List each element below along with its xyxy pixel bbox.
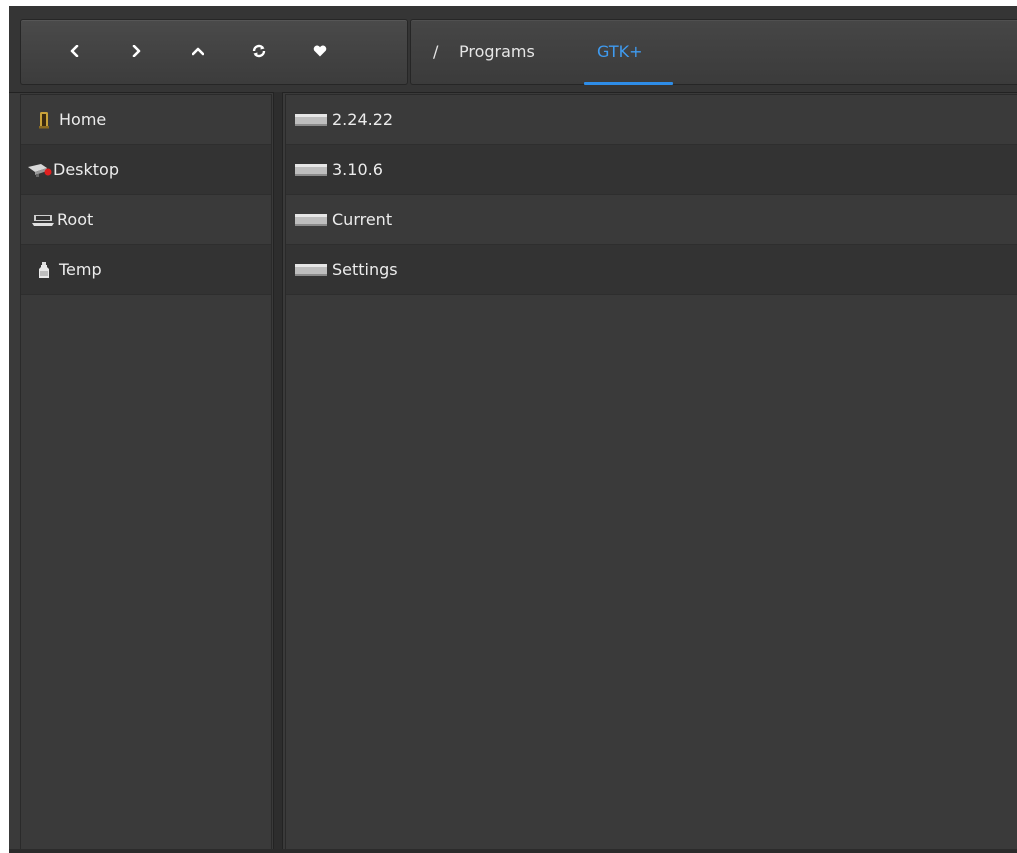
list-item[interactable]: Settings [286, 245, 1017, 295]
bottle-icon [33, 259, 55, 281]
navigation-button-group [20, 19, 408, 85]
sidebar-item-home[interactable]: Home [21, 95, 271, 145]
list-item[interactable]: 3.10.6 [286, 145, 1017, 195]
list-item[interactable]: 2.24.22 [286, 95, 1017, 145]
sidebar-item-label: Temp [59, 260, 102, 279]
folder-icon [294, 263, 328, 277]
folder-icon [294, 213, 328, 227]
home-icon [33, 109, 55, 131]
refresh-icon [252, 44, 266, 58]
breadcrumb-item-gtk[interactable]: GTK+ [597, 37, 643, 67]
file-name: 3.10.6 [332, 160, 383, 179]
chevron-left-icon [70, 45, 80, 57]
breadcrumb-item-programs[interactable]: Programs [459, 37, 535, 67]
drive-icon [31, 209, 55, 231]
path-bar: / Programs GTK+ [410, 19, 1017, 85]
back-button[interactable] [58, 34, 92, 68]
sidebar-item-desktop[interactable]: Desktop [21, 145, 271, 195]
sidebar-item-label: Desktop [53, 160, 119, 179]
chevron-up-icon [192, 46, 204, 56]
file-manager-window: / Programs GTK+ Home Desktop Root Temp 2… [9, 6, 1017, 853]
file-name: Settings [332, 260, 398, 279]
folder-icon [294, 113, 328, 127]
pane-resize-handle[interactable] [273, 92, 283, 853]
file-name: 2.24.22 [332, 110, 394, 129]
folder-icon [294, 163, 328, 177]
list-item[interactable]: Current [286, 195, 1017, 245]
up-button[interactable] [181, 34, 215, 68]
heart-icon [313, 45, 327, 57]
file-list: 2.24.22 3.10.6 Current Settings [285, 94, 1017, 851]
sidebar-item-label: Root [57, 210, 94, 229]
breadcrumb-root[interactable]: / [433, 37, 438, 67]
forward-button[interactable] [119, 34, 153, 68]
window-bottom-border [9, 849, 1017, 853]
active-breadcrumb-indicator [584, 82, 673, 85]
sidebar-item-root[interactable]: Root [21, 195, 271, 245]
sidebar-item-label: Home [59, 110, 107, 129]
file-name: Current [332, 210, 393, 229]
places-sidebar: Home Desktop Root Temp [20, 94, 272, 851]
chevron-right-icon [131, 45, 141, 57]
refresh-button[interactable] [242, 34, 276, 68]
sidebar-item-temp[interactable]: Temp [21, 245, 271, 295]
desktop-icon [27, 159, 53, 181]
toolbar: / Programs GTK+ [9, 6, 1017, 93]
bookmark-button[interactable] [303, 34, 337, 68]
